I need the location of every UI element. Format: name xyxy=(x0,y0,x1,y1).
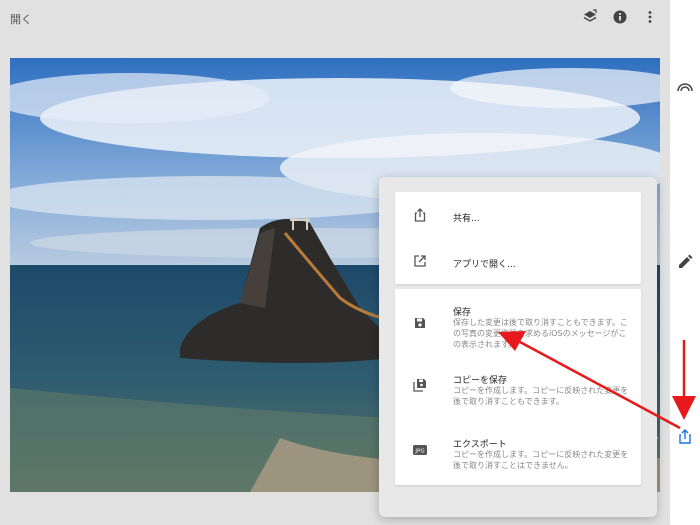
more-vert-icon[interactable] xyxy=(642,9,658,25)
jpg-icon-text: JPG xyxy=(414,448,424,454)
right-tool-rail xyxy=(670,0,700,525)
looks-icon[interactable] xyxy=(676,78,694,96)
pencil-icon[interactable] xyxy=(676,253,694,271)
top-bar: 開く xyxy=(0,0,670,36)
menu-item-open-in-app[interactable]: アプリで開く... xyxy=(395,238,641,284)
info-icon[interactable] xyxy=(612,9,628,25)
menu-pointer xyxy=(650,431,658,445)
menu-item-open-in-app-label: アプリで開く... xyxy=(453,260,516,270)
menu-card-share: 共有... アプリで開く... xyxy=(395,192,641,284)
menu-item-share[interactable]: 共有... xyxy=(395,192,641,238)
menu-card-save: 保存 保存した変更は後で取り消すこともできます。この写真の変更権限を求めるiOS… xyxy=(395,289,641,485)
layers-icon[interactable] xyxy=(582,9,598,25)
menu-item-export-description: コピーを作成します。コピーに反映された変更を後で取り消すことはできません。 xyxy=(453,450,629,470)
menu-item-save-copy-description: コピーを作成します。コピーに反映された変更を後で取り消すこともできます。 xyxy=(453,386,629,406)
menu-item-save-copy[interactable]: コピーを保存 コピーを作成します。コピーに反映された変更を後で取り消すこともでき… xyxy=(395,355,641,420)
open-button[interactable]: 開く xyxy=(10,11,32,27)
export-menu: 共有... アプリで開く... 保存 保存した変更は後で取り消すこともできます。… xyxy=(379,177,657,517)
menu-item-save-description: 保存した変更は後で取り消すこともできます。この写真の変更権限を求めるiOSのメッ… xyxy=(453,318,628,349)
top-icons xyxy=(582,9,658,25)
share-icon xyxy=(412,207,428,223)
menu-item-export[interactable]: JPG エクスポート コピーを作成します。コピーに反映された変更を後で取り消すこ… xyxy=(395,420,641,485)
menu-item-share-label: 共有... xyxy=(453,214,480,224)
open-external-icon xyxy=(412,253,428,269)
jpg-export-icon: JPG xyxy=(412,442,428,458)
save-copy-icon xyxy=(412,377,428,393)
share-icon[interactable] xyxy=(676,428,694,446)
menu-item-save[interactable]: 保存 保存した変更は後で取り消すこともできます。この写真の変更権限を求めるiOS… xyxy=(395,289,641,355)
save-icon xyxy=(412,315,428,331)
